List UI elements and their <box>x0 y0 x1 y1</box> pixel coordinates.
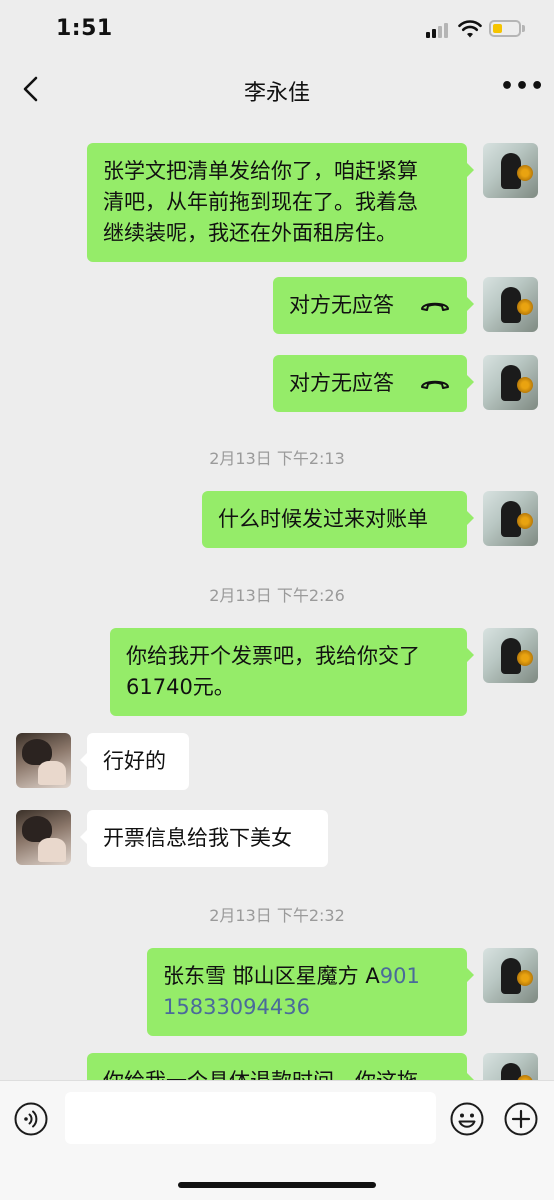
message-text: 你给我一个具体退款时间，你这拖 <box>103 1069 418 1080</box>
emoji-icon[interactable] <box>450 1102 484 1136</box>
status-bar: 1:51 <box>0 0 554 60</box>
message-line: 继续装呢，我还在外面租房住。 <box>103 221 397 245</box>
message-input[interactable] <box>65 1092 436 1144</box>
message-bubble[interactable]: 行好的 <box>80 733 189 790</box>
call-message-bubble[interactable]: 对方无应答 <box>273 355 474 412</box>
message-text: 行好的 <box>103 749 166 773</box>
message-bubble[interactable]: 开票信息给我下美女 <box>80 810 328 867</box>
chat-title: 李永佳 <box>243 81 310 106</box>
message-line: 61740元。 <box>126 675 235 699</box>
message-text: 什么时候发过来对账单 <box>218 507 428 531</box>
more-dots-icon[interactable]: ••• <box>500 76 544 100</box>
call-status-text: 对方无应答 <box>289 371 394 395</box>
battery-tip <box>522 25 525 32</box>
avatar-self[interactable] <box>483 491 538 546</box>
avatar-self[interactable] <box>483 277 538 332</box>
timestamp: 2月13日 下午2:13 <box>209 449 345 468</box>
nav-bar: 李永佳 ••• <box>0 60 554 118</box>
chat-area[interactable]: 张学文把清单发给你了，咱赶紧算 清吧，从年前拖到现在了。我着急 继续装呢，我还在… <box>0 118 554 1080</box>
phone-icon <box>420 302 449 311</box>
battery-icon <box>489 20 521 37</box>
message-line: 你给我开个发票吧，我给你交了 <box>126 644 420 668</box>
message-bubble[interactable]: 张东雪 邯山区星魔方 A901 15833094436 <box>147 948 474 1036</box>
avatar-self[interactable] <box>483 1053 538 1080</box>
wifi-icon <box>458 20 482 38</box>
message-text: 开票信息给我下美女 <box>103 826 292 850</box>
avatar-self[interactable] <box>483 628 538 683</box>
status-time: 1:51 <box>56 16 113 41</box>
phone-number-link[interactable]: 15833094436 <box>163 995 310 1019</box>
cellular-signal-icon <box>426 22 452 38</box>
home-indicator[interactable] <box>178 1182 376 1188</box>
message-line: 15833094436 <box>163 992 451 1023</box>
avatar-self[interactable] <box>483 355 538 410</box>
phone-icon <box>420 380 449 389</box>
timestamp: 2月13日 下午2:32 <box>209 906 345 925</box>
message-bubble[interactable]: 张学文把清单发给你了，咱赶紧算 清吧，从年前拖到现在了。我着急 继续装呢，我还在… <box>87 143 474 262</box>
message-line: 张东雪 邯山区星魔方 A901 <box>163 961 451 992</box>
call-status-text: 对方无应答 <box>289 293 394 317</box>
voice-icon[interactable] <box>14 1102 48 1136</box>
avatar-self[interactable] <box>483 143 538 198</box>
avatar-contact[interactable] <box>16 733 71 788</box>
message-line: 清吧，从年前拖到现在了。我着急 <box>103 190 418 214</box>
avatar-contact[interactable] <box>16 810 71 865</box>
detected-number-link[interactable]: 901 <box>380 964 420 988</box>
input-bar <box>0 1080 554 1200</box>
message-text: 张东雪 邯山区星魔方 A <box>163 964 380 988</box>
message-bubble[interactable]: 你给我开个发票吧，我给你交了 61740元。 <box>110 628 474 716</box>
plus-icon[interactable] <box>504 1102 538 1136</box>
avatar-self[interactable] <box>483 948 538 1003</box>
call-message-bubble[interactable]: 对方无应答 <box>273 277 474 334</box>
timestamp: 2月13日 下午2:26 <box>209 586 345 605</box>
message-line: 张学文把清单发给你了，咱赶紧算 <box>103 159 418 183</box>
message-bubble[interactable]: 什么时候发过来对账单 <box>202 491 474 548</box>
message-bubble[interactable]: 你给我一个具体退款时间，你这拖 <box>87 1053 474 1080</box>
